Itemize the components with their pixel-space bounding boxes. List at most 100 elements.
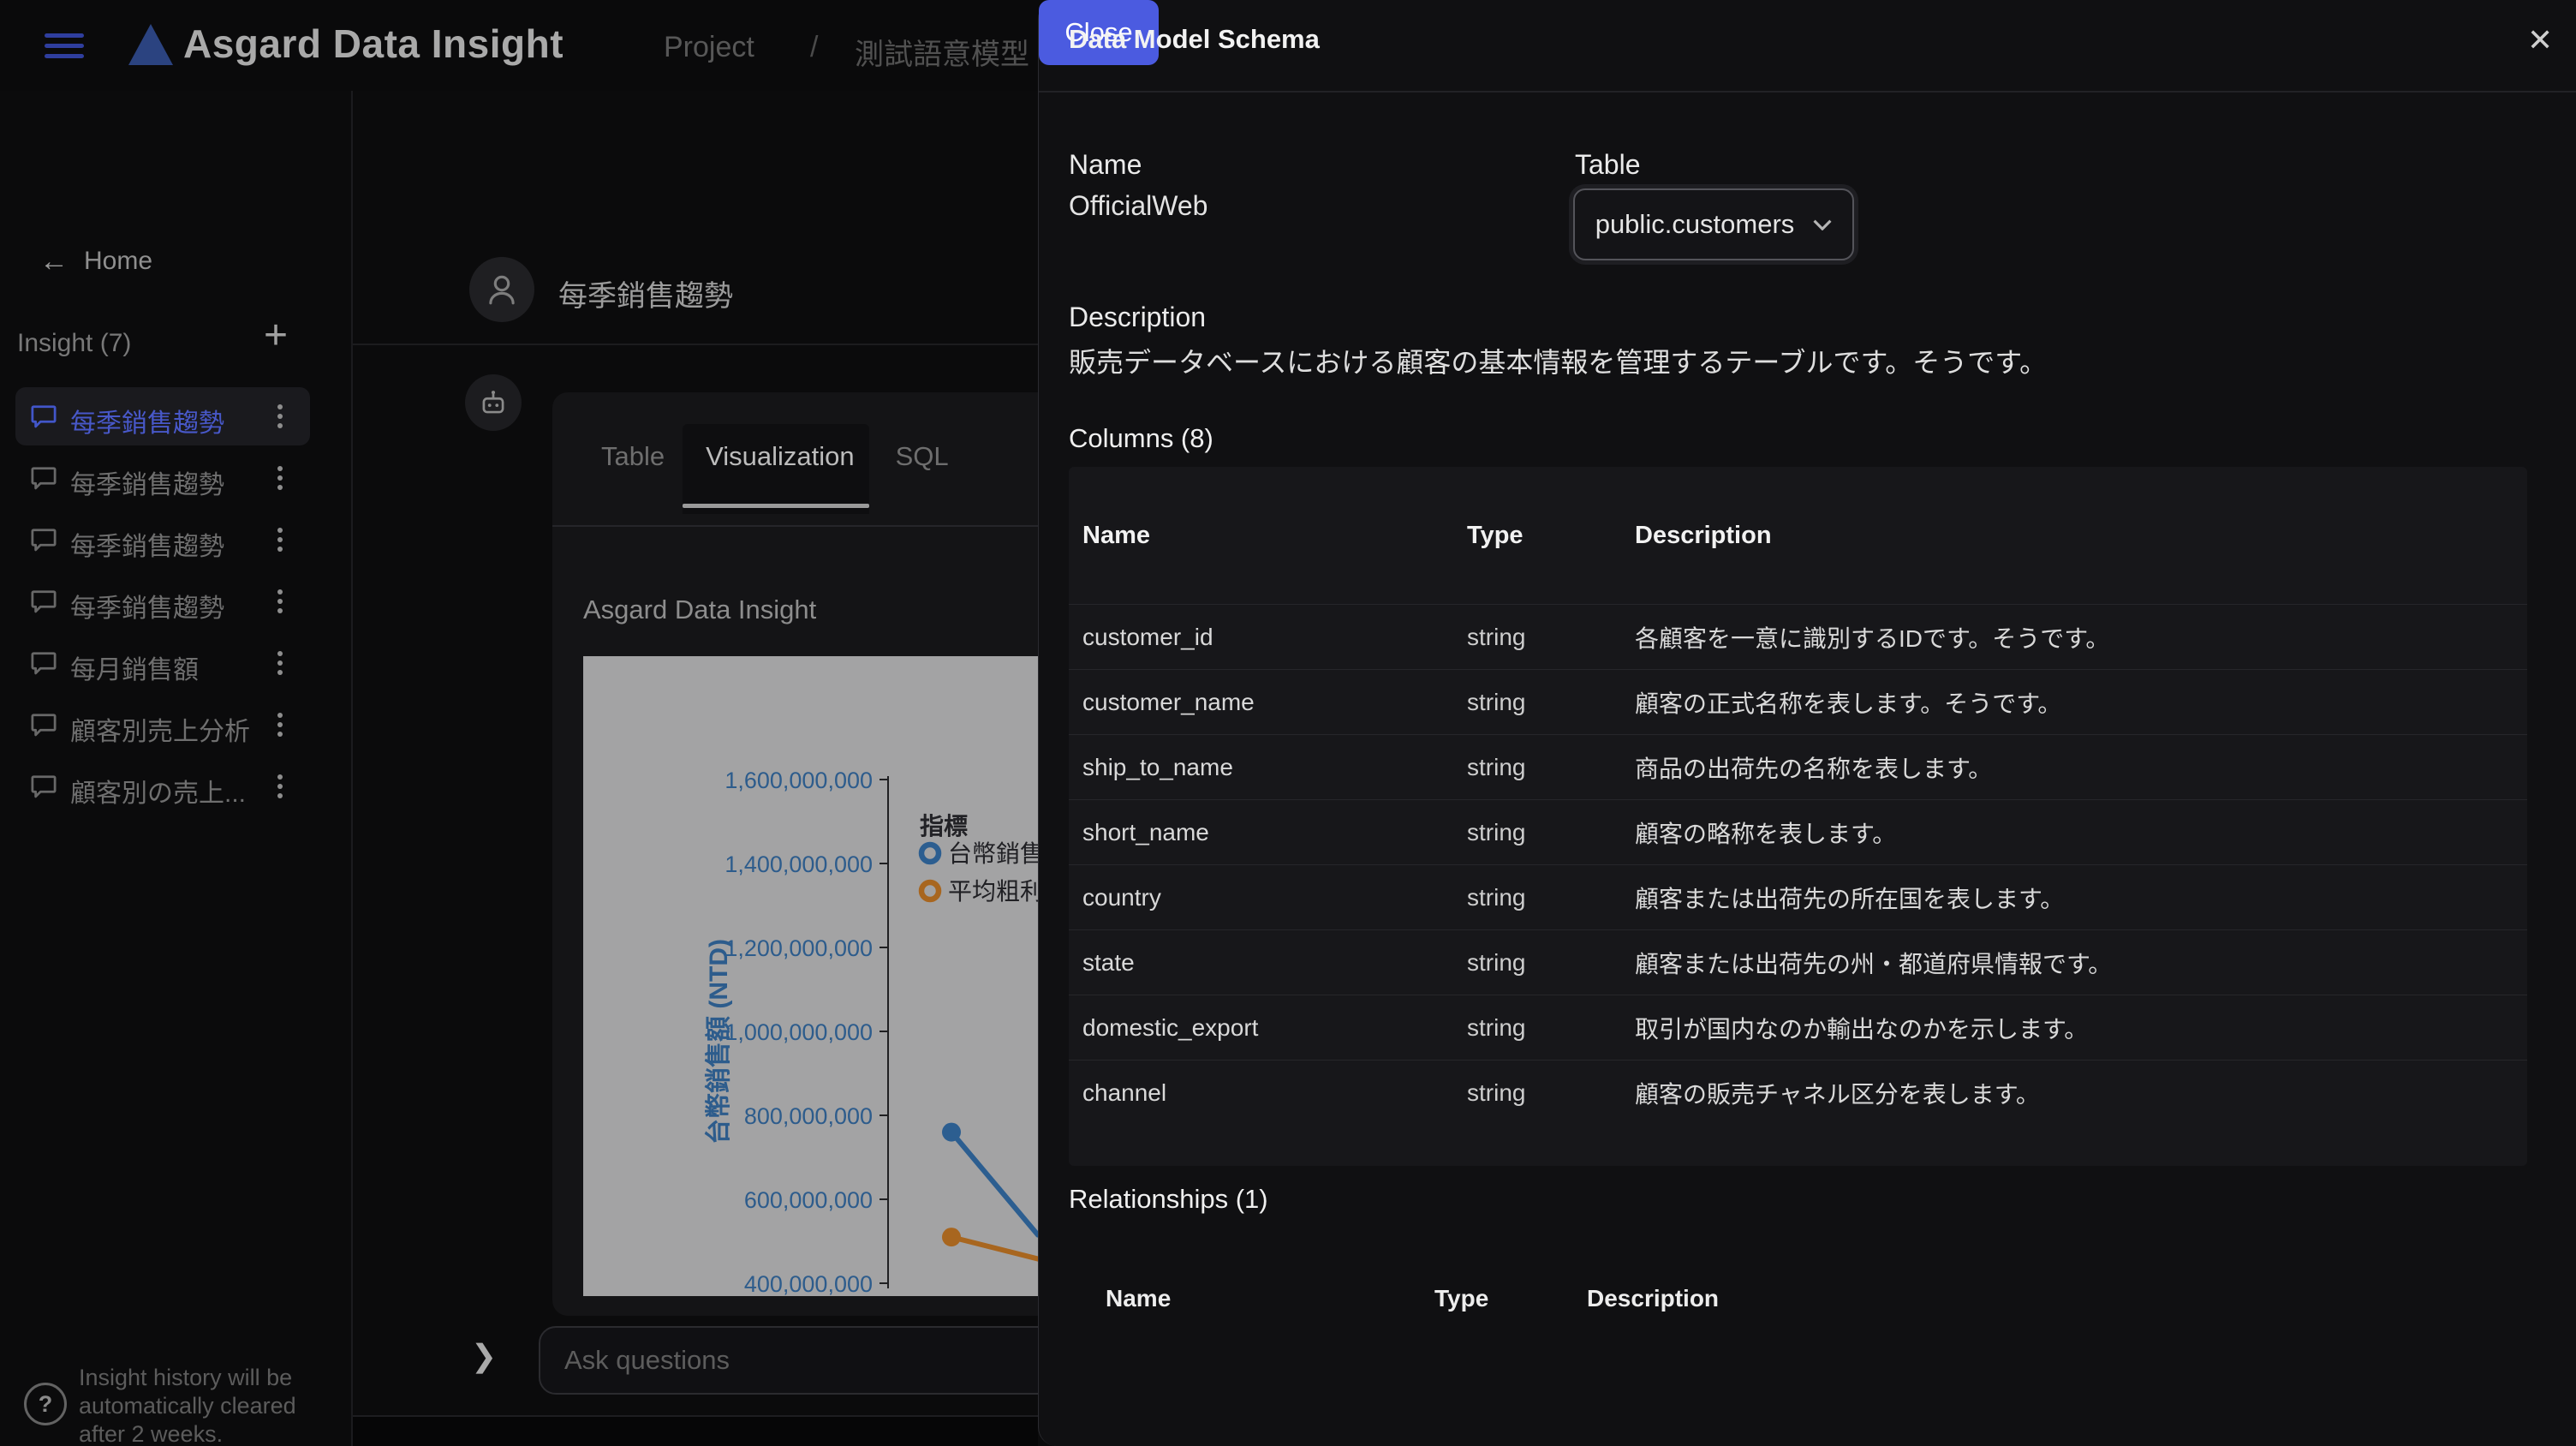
sidebar-item-insight[interactable]: 每季銷售趨勢	[15, 449, 310, 507]
item-menu-kebab-icon[interactable]	[274, 709, 286, 740]
cell-name: domestic_export	[1082, 1013, 1259, 1041]
cell-type: string	[1467, 948, 1526, 976]
divider	[353, 344, 1038, 345]
insight-item-label: 每季銷售趨勢	[70, 409, 224, 438]
insight-item-label: 每月銷售額	[70, 656, 199, 684]
relationships-section-title: Relationships (1)	[1069, 1184, 1268, 1214]
table-row: ship_to_name string 商品の出荷先の名称を表します。	[1069, 734, 2527, 799]
chevron-down-icon	[1813, 219, 1832, 230]
insight-item-label: 每季銷售趨勢	[70, 595, 224, 623]
cell-description: 商品の出荷先の名称を表します。	[1635, 755, 1993, 782]
item-menu-kebab-icon[interactable]	[274, 648, 286, 678]
item-menu-kebab-icon[interactable]	[274, 524, 286, 555]
add-insight-button[interactable]: +	[264, 312, 288, 359]
chat-bubble-icon	[29, 527, 58, 557]
insight-section-title: Insight (7)	[17, 329, 132, 357]
chart-card-title: Asgard Data Insight	[583, 595, 817, 624]
sidebar-item-insight[interactable]: 顧客別の売上...	[15, 757, 310, 816]
cell-name: ship_to_name	[1082, 753, 1233, 780]
expand-chevron-icon[interactable]: ❯	[471, 1338, 497, 1374]
cell-name: country	[1082, 883, 1161, 911]
chat-bubble-icon	[29, 403, 58, 433]
user-avatar	[469, 257, 534, 322]
sidebar-item-insight[interactable]: 每季銷售趨勢	[15, 511, 310, 569]
cell-description: 顧客の略称を表します。	[1635, 820, 1897, 847]
columns-table-header: Name Type Description	[1069, 467, 2527, 604]
tab-visualization[interactable]: Visualization	[706, 441, 854, 472]
table-select-value: public.customers	[1595, 209, 1795, 239]
name-label: Name	[1069, 149, 1142, 180]
history-note: Insight history will be automatically cl…	[79, 1365, 296, 1446]
table-row: short_name string 顧客の略称を表します。	[1069, 799, 2527, 864]
item-menu-kebab-icon[interactable]	[274, 586, 286, 617]
svg-text:800,000,000: 800,000,000	[744, 1103, 873, 1129]
person-icon	[489, 275, 515, 305]
chart-area: 1,600,000,000 1,400,000,000 1,200,000,000 1…	[583, 656, 1062, 1297]
cell-type: string	[1467, 818, 1526, 845]
relationships-header-description: Description	[1587, 1285, 1720, 1312]
svg-text:平均粗利: 平均粗利	[948, 878, 1044, 905]
chat-bubble-icon	[29, 650, 58, 680]
cell-name: short_name	[1082, 818, 1209, 845]
bot-avatar	[465, 374, 522, 431]
chat-bubble-icon	[29, 774, 58, 804]
item-menu-kebab-icon[interactable]	[274, 771, 286, 802]
divider	[552, 525, 1100, 527]
cell-description: 各顧客を一意に識別するIDです。そうです。	[1635, 624, 2110, 652]
app-title: Asgard Data Insight	[183, 21, 564, 66]
item-menu-kebab-icon[interactable]	[274, 463, 286, 493]
column-header-name: Name	[1082, 521, 1150, 549]
svg-text:指標: 指標	[920, 813, 968, 840]
cell-description: 取引が国内なのか輸出なのかを示します。	[1635, 1015, 2089, 1043]
answer-card: Table Visualization SQL Asgard Data Insigh…	[552, 392, 1100, 1316]
chat-bubble-icon	[29, 465, 58, 495]
cell-type: string	[1467, 1013, 1526, 1041]
table-row: customer_name string 顧客の正式名称を表します。そうです。	[1069, 669, 2527, 734]
home-label: Home	[84, 247, 153, 275]
description-text: 販売データベースにおける顧客の基本情報を管理するテーブルです。そうです。	[1069, 347, 2048, 378]
info-question-icon: ?	[24, 1383, 67, 1425]
insight-item-label: 每季銷售趨勢	[70, 533, 224, 561]
insight-item-label: 顧客別売上分析	[70, 718, 250, 746]
chat-bubble-icon	[29, 712, 58, 742]
sidebar-item-insight[interactable]: 每月銷售額	[15, 634, 310, 692]
table-select-dropdown[interactable]: public.customers	[1573, 188, 1854, 260]
svg-text:1,200,000,000: 1,200,000,000	[724, 935, 873, 961]
svg-text:台幣銷售: 台幣銷售	[948, 840, 1044, 867]
columns-table-body: customer_id string 各顧客を一意に識別するIDです。そうです。 cu…	[1069, 604, 2527, 1125]
home-button[interactable]: ← Home	[39, 247, 152, 276]
tab-sql[interactable]: SQL	[896, 441, 949, 472]
asgard-logo-icon	[128, 24, 173, 65]
tab-bar: Table Visualization SQL	[552, 392, 1100, 521]
column-header-description: Description	[1635, 521, 1772, 549]
breadcrumb-current: 測試語意模型	[855, 39, 1029, 71]
data-model-schema-modal: Data Model Schema ✕ Name OfficialWeb Tab…	[1038, 0, 2576, 1446]
sidebar-item-insight[interactable]: 顧客別売上分析	[15, 696, 310, 754]
cell-type: string	[1467, 883, 1526, 911]
cell-description: 顧客または出荷先の州・都道府県情報です。	[1635, 950, 2113, 977]
cell-name: channel	[1082, 1079, 1167, 1106]
cell-type: string	[1467, 753, 1526, 780]
chat-bubble-icon	[29, 589, 58, 618]
svg-text:400,000,000: 400,000,000	[744, 1271, 873, 1296]
close-icon[interactable]: ✕	[2522, 17, 2558, 63]
robot-icon	[482, 391, 504, 414]
sidebar-item-insight[interactable]: 每季銷售趨勢	[15, 572, 310, 630]
table-row: domestic_export string 取引が国内なのか輸出なのかを示します。	[1069, 995, 2527, 1060]
ask-questions-input[interactable]	[539, 1326, 1095, 1395]
active-tab-underline	[683, 504, 869, 508]
table-row: state string 顧客または出荷先の州・都道府県情報です。	[1069, 929, 2527, 995]
cell-description: 顧客の販売チャネル区分を表します。	[1635, 1080, 2040, 1108]
sidebar-item-insight[interactable]: 每季銷售趨勢	[15, 387, 310, 445]
breadcrumb-project[interactable]: Project	[664, 31, 754, 64]
cell-name: state	[1082, 948, 1135, 976]
trend-chart-svg: 1,600,000,000 1,400,000,000 1,200,000,000 1…	[583, 656, 1062, 1297]
tab-table[interactable]: Table	[601, 441, 665, 472]
hamburger-menu-icon[interactable]	[45, 27, 84, 64]
sidebar: ← Home Insight (7) + 每季銷售趨勢 每季銷售趨勢 每季銷售趨勢每…	[0, 91, 353, 1446]
columns-section-title: Columns (8)	[1069, 423, 1213, 453]
cell-name: customer_name	[1082, 688, 1255, 715]
item-menu-kebab-icon[interactable]	[274, 401, 286, 432]
cell-type: string	[1467, 688, 1526, 715]
table-row: channel string 顧客の販売チャネル区分を表します。	[1069, 1060, 2527, 1125]
